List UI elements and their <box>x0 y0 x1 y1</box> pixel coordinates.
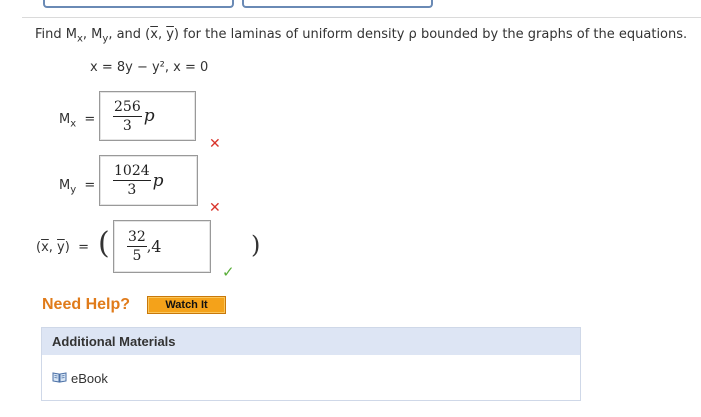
cross-icon: ✕ <box>209 136 221 152</box>
top-tab-right[interactable] <box>242 0 433 8</box>
my-rho: p <box>152 170 164 191</box>
centroid-second-value: 4 <box>151 237 162 256</box>
mx-rho: p <box>143 106 155 126</box>
my-numerator: 1024 <box>113 163 151 181</box>
top-tab-left[interactable] <box>43 0 234 8</box>
centroid-label: (x, y) = <box>36 240 89 255</box>
check-icon: ✓ <box>222 263 235 281</box>
my-answer-box[interactable]: 1024 3 p <box>99 155 198 206</box>
centroid-denominator: 5 <box>132 248 142 264</box>
centroid-fraction: 32 5 <box>127 230 147 263</box>
open-paren: ( <box>98 226 110 261</box>
need-help-label: Need Help? <box>42 296 131 313</box>
additional-materials-panel: Additional Materials eBook <box>41 327 581 401</box>
mx-denominator: 3 <box>122 117 132 134</box>
centroid-numerator: 32 <box>127 229 147 247</box>
mx-answer-box[interactable]: 256 3 p <box>99 91 196 141</box>
additional-materials-title: Additional Materials <box>42 328 580 355</box>
centroid-answer-box[interactable]: 32 5 , 4 <box>113 220 211 273</box>
question-text: Find Mx, My, and (x, y) for the laminas … <box>35 27 688 45</box>
mx-fraction: 256 3 <box>113 100 142 133</box>
book-icon <box>52 371 67 386</box>
my-fraction: 1024 3 <box>113 164 151 197</box>
mx-numerator: 256 <box>113 98 142 117</box>
watch-it-button[interactable]: Watch It <box>147 296 226 314</box>
ebook-link[interactable]: eBook <box>52 371 108 386</box>
cross-icon: ✕ <box>209 200 221 216</box>
my-denominator: 3 <box>127 182 137 198</box>
ebook-label: eBook <box>71 371 108 386</box>
equation: x = 8y − y², x = 0 <box>90 60 209 75</box>
close-paren: ) <box>251 231 261 259</box>
my-label: My = <box>59 178 96 196</box>
mx-label: Mx = <box>59 112 96 130</box>
divider <box>22 17 701 18</box>
